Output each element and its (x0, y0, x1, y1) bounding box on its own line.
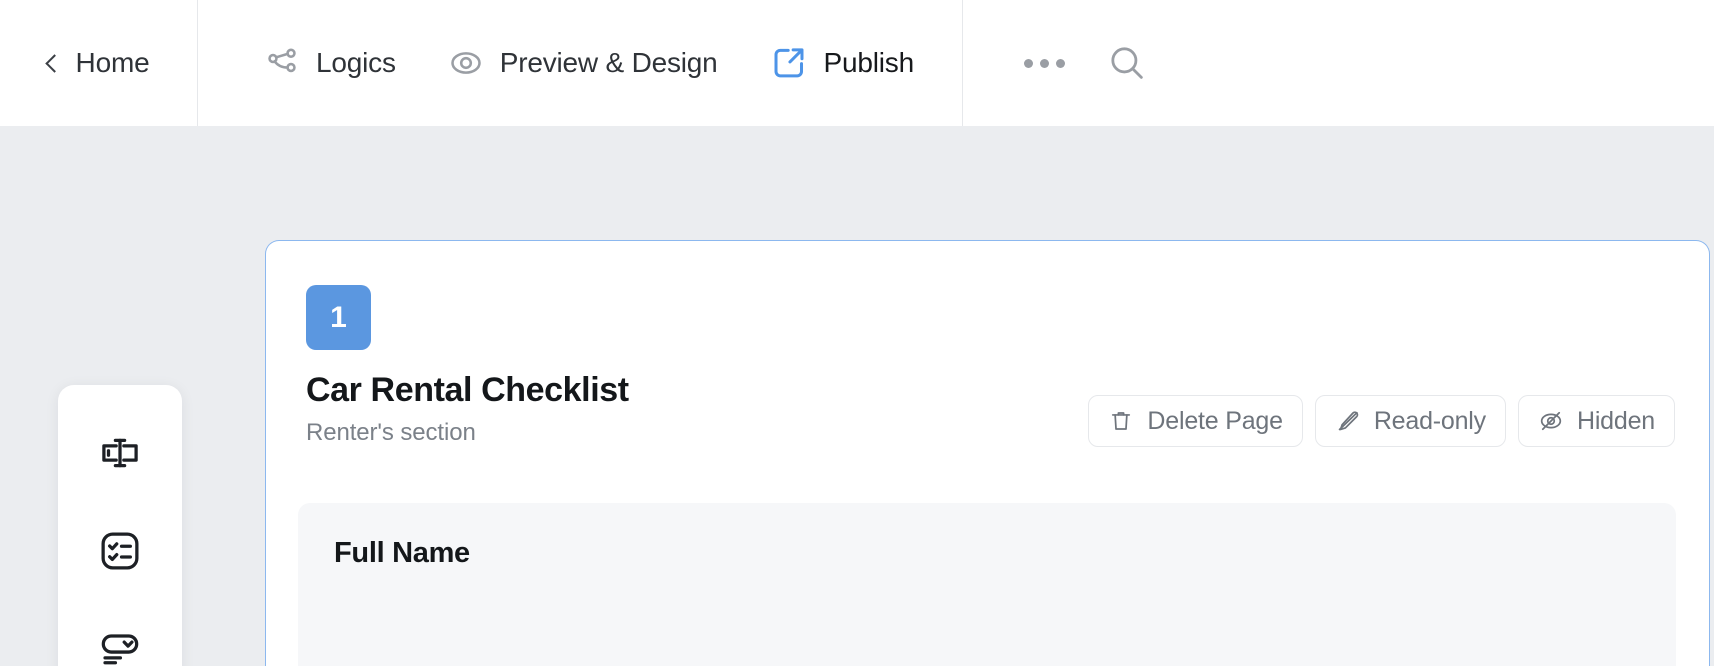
search-icon (1106, 42, 1148, 84)
search-button[interactable] (1103, 39, 1151, 87)
top-toolbar: Home Logics Preview & Design Publish (0, 0, 1714, 126)
more-horizontal-icon (1024, 58, 1066, 68)
field-tool-panel (58, 385, 182, 666)
tab-logics-label: Logics (316, 47, 396, 78)
delete-page-label: Delete Page (1147, 406, 1283, 435)
page-action-buttons: Delete Page Read-only Hidden (1088, 371, 1675, 447)
chevron-left-icon (44, 53, 64, 73)
checklist-icon (97, 528, 143, 574)
more-options-button[interactable] (1021, 39, 1069, 87)
home-label: Home (75, 47, 150, 78)
page-title-block: Car Rental Checklist Renter's section (306, 371, 629, 447)
read-only-button[interactable]: Read-only (1314, 395, 1506, 447)
external-link-publish-icon (770, 44, 808, 82)
dropdown-field-tool[interactable] (87, 623, 153, 666)
tab-publish-label: Publish (823, 47, 915, 78)
short-text-field-tool[interactable] (87, 427, 153, 479)
dropdown-select-icon (97, 626, 143, 666)
page-card-header: Car Rental Checklist Renter's section De… (266, 371, 1709, 471)
text-input-icon (97, 430, 143, 476)
hidden-label: Hidden (1576, 406, 1655, 435)
checklist-field-tool[interactable] (87, 525, 153, 577)
delete-page-button[interactable]: Delete Page (1088, 395, 1303, 447)
field-label: Full Name (334, 537, 470, 569)
tab-preview-design-label: Preview & Design (499, 47, 718, 78)
page-title[interactable]: Car Rental Checklist (306, 371, 629, 410)
form-field-full-name[interactable]: Full Name (298, 503, 1676, 666)
tab-publish[interactable]: Publish (744, 0, 940, 126)
tab-logics[interactable]: Logics (238, 0, 422, 126)
trash-icon (1108, 408, 1134, 434)
tab-preview-design[interactable]: Preview & Design (422, 0, 744, 126)
home-back-button[interactable]: Home (0, 0, 198, 126)
hidden-button[interactable]: Hidden (1517, 395, 1675, 447)
pen-slash-icon (1335, 408, 1361, 434)
toolbar-nav-group: Logics Preview & Design Publish (198, 0, 963, 126)
read-only-label: Read-only (1373, 406, 1486, 435)
editor-workspace: 1 Car Rental Checklist Renter's section … (0, 126, 1714, 666)
page-number-badge: 1 (306, 285, 371, 350)
toolbar-tools-group (963, 0, 1151, 126)
page-subtitle[interactable]: Renter's section (306, 419, 629, 447)
page-card[interactable]: 1 Car Rental Checklist Renter's section … (265, 240, 1710, 666)
logics-node-graph-icon (264, 45, 300, 81)
eye-off-icon (1538, 408, 1564, 434)
eye-preview-icon (448, 45, 484, 81)
